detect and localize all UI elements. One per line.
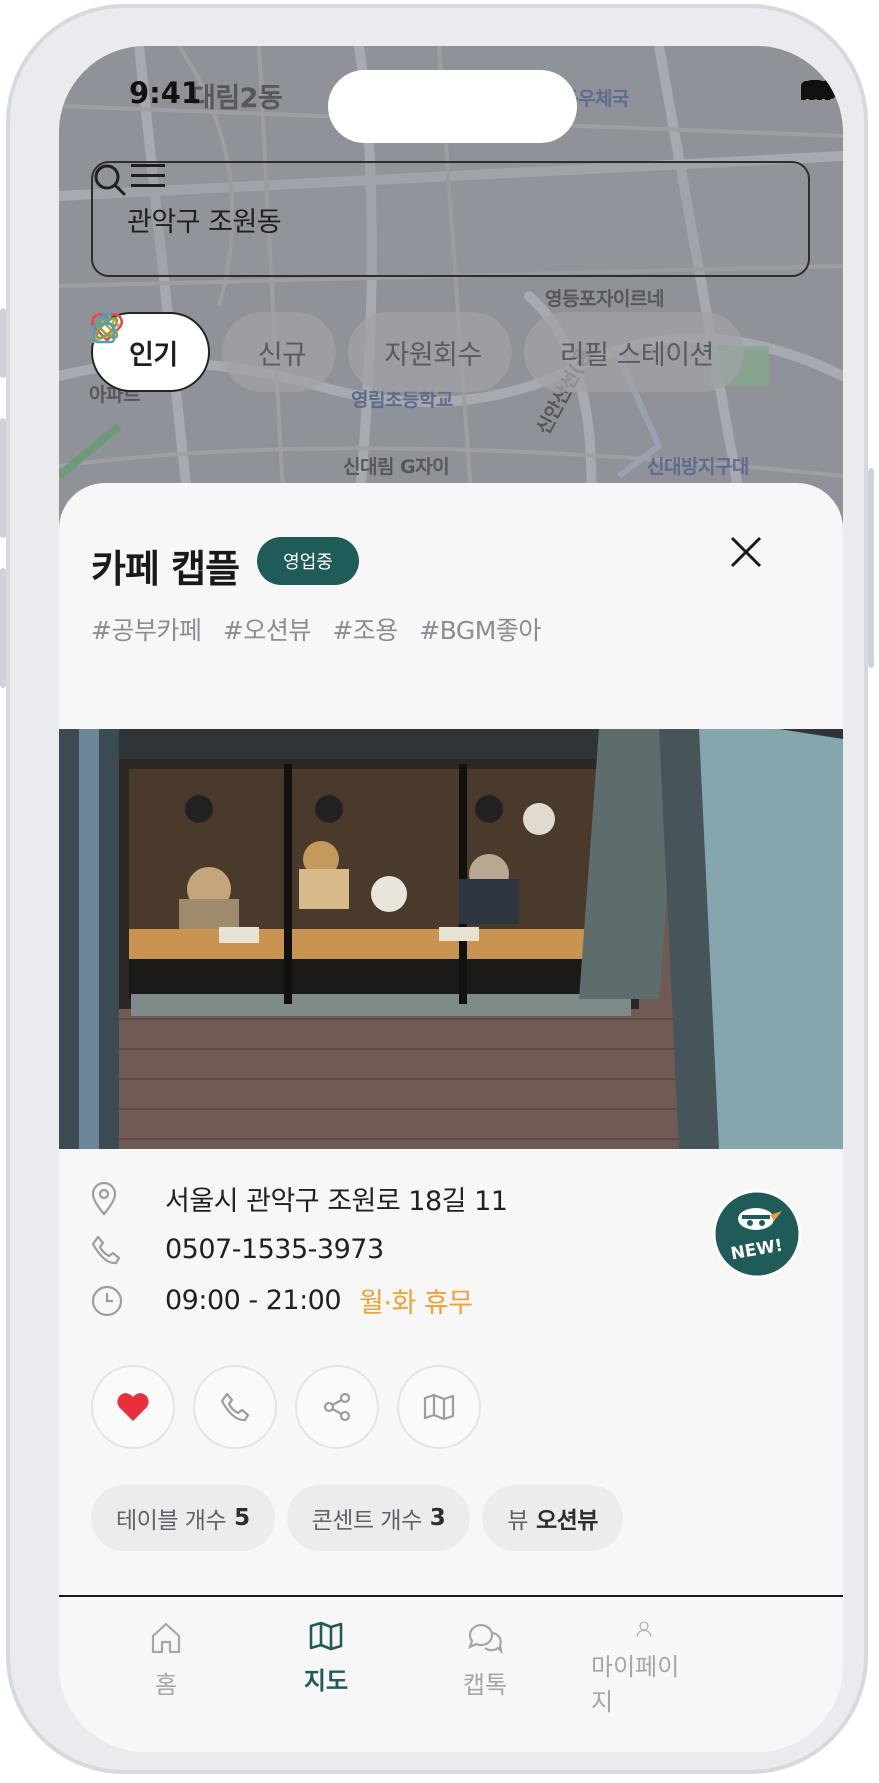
map-label: 신대방지구대	[647, 456, 749, 478]
hours-row: 09:00 - 21:00 월·화 휴무	[91, 1275, 507, 1326]
clock-icon	[91, 1285, 135, 1317]
status-badge: 영업중	[257, 537, 359, 585]
tag: #조용	[332, 616, 398, 645]
bottom-tab-bar: 홈 지도 캡톡 마이페이지	[59, 1597, 843, 1717]
tag: #BGM좋아	[419, 616, 541, 645]
facility-value: 3	[429, 1505, 446, 1531]
status-time: 9:41	[129, 76, 202, 110]
chip-refill-station[interactable]: 리필 스테이션	[92, 312, 744, 392]
closed-days-text: 월·화 휴무	[359, 1288, 473, 1319]
chip-label: 신규	[257, 339, 307, 371]
battery-icon	[801, 81, 840, 99]
place-photo[interactable]	[59, 729, 843, 1149]
address-text: 서울시 관악구 조원로 18길 11	[165, 1186, 508, 1217]
hours-text: 09:00 - 21:00	[165, 1285, 342, 1316]
tab-label: 지도	[303, 1667, 349, 1695]
search-input[interactable]: 관악구 조원동	[127, 200, 808, 239]
side-button	[0, 568, 6, 688]
close-icon[interactable]	[729, 535, 763, 569]
search-bar[interactable]: 관악구 조원동	[91, 161, 810, 277]
tag: #오션뷰	[222, 616, 311, 645]
cafe-photo-illustration	[59, 729, 843, 1149]
place-info: 서울시 관악구 조원로 18길 11 0507-1535-3973 09:00 …	[91, 1173, 508, 1326]
facility-value: 5	[234, 1505, 250, 1531]
map-label: 신대림 G자이	[343, 456, 450, 478]
chip-label: 리필 스테이션	[559, 339, 715, 371]
action-buttons	[91, 1365, 481, 1449]
chip-label: 인기	[129, 339, 178, 371]
chip-resource-recovery[interactable]: 자원회수	[95, 312, 512, 392]
place-name: 카페 캡플	[91, 547, 240, 591]
map-icon	[309, 1621, 343, 1651]
share-button[interactable]	[295, 1365, 379, 1449]
user-icon	[636, 1621, 652, 1637]
facility-label: 뷰	[507, 1508, 528, 1534]
facility-pill: 뷰 오션뷰	[482, 1485, 623, 1551]
side-button	[0, 308, 6, 378]
phone-icon	[220, 1392, 250, 1422]
call-button[interactable]	[193, 1365, 277, 1449]
chat-icon	[468, 1624, 503, 1655]
tab-chat[interactable]: 캡톡	[379, 1597, 591, 1717]
tab-map[interactable]: 지도	[273, 1597, 379, 1717]
map-label: 영등포자이르네	[545, 288, 664, 310]
phone-icon	[91, 1235, 135, 1265]
facility-label: 콘센트 개수	[311, 1508, 423, 1534]
share-icon	[323, 1392, 351, 1422]
place-tags: #공부카페 #오션뷰 #조용 #BGM좋아	[91, 611, 555, 647]
search-icon[interactable]	[93, 163, 127, 197]
heart-icon	[117, 1393, 149, 1421]
tab-home[interactable]: 홈	[59, 1597, 273, 1717]
side-button	[0, 418, 6, 538]
tag: #공부카페	[91, 616, 202, 645]
chip-label: 자원회수	[384, 339, 482, 371]
place-detail-sheet: 카페 캡플 영업중 #공부카페 #오션뷰 #조용 #BGM좋아 서울시 관악구 …	[59, 483, 843, 1752]
chip-new[interactable]: 신규	[91, 312, 337, 392]
facility-value: 오션뷰	[535, 1508, 598, 1534]
tab-label: 홈	[154, 1671, 178, 1699]
tab-label: 캡톡	[462, 1671, 508, 1699]
menu-icon[interactable]	[131, 163, 165, 189]
screen: 대림2동 대림동우체국 영등포자이르네 영림초등학교 아파트 신대림 G자이 신…	[59, 46, 843, 1752]
side-button	[868, 468, 874, 668]
facility-pills: 테이블 개수 5 콘센트 개수 3 뷰 오션뷰	[91, 1485, 623, 1551]
facility-pill: 테이블 개수 5	[91, 1485, 275, 1551]
facility-pill: 콘센트 개수 3	[286, 1485, 471, 1551]
map-label: 대림2동	[191, 83, 283, 114]
dynamic-island	[328, 70, 577, 143]
new-badge: NEW!	[712, 1189, 802, 1283]
tab-mypage[interactable]: 마이페이지	[591, 1597, 697, 1717]
favorite-button[interactable]	[91, 1365, 175, 1449]
location-pin-icon	[91, 1181, 135, 1216]
category-chips: 인기 신규 자원회수 리필 스테이션	[91, 312, 744, 392]
home-icon	[151, 1622, 181, 1654]
map-directions-button[interactable]	[397, 1365, 481, 1449]
phone-row: 0507-1535-3973	[91, 1224, 507, 1275]
tab-label: 마이페이지	[591, 1653, 680, 1716]
facility-label: 테이블 개수	[116, 1508, 227, 1534]
address-row: 서울시 관악구 조원로 18길 11	[91, 1173, 508, 1224]
phone-frame: 대림2동 대림동우체국 영등포자이르네 영림초등학교 아파트 신대림 G자이 신…	[0, 4, 874, 1774]
phone-text[interactable]: 0507-1535-3973	[165, 1234, 384, 1265]
map-icon	[423, 1393, 455, 1421]
